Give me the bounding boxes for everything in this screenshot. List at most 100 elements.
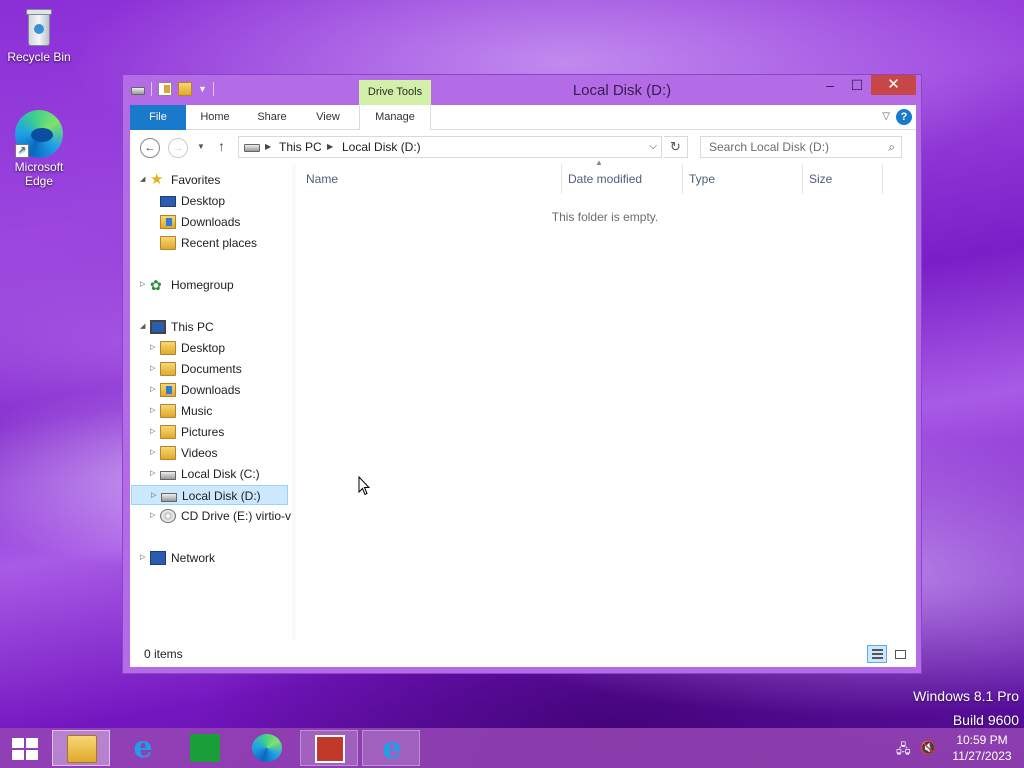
edge-shortcut[interactable]: ↗ Microsoft Edge [1,110,77,188]
tree-item-fav-downloads[interactable]: Downloads [130,212,290,232]
forward-button[interactable]: → [168,138,188,158]
taskbar-store[interactable] [176,730,234,766]
pane-splitter[interactable] [292,164,296,640]
address-dropdown-chevron-icon[interactable]: ⌵ [649,137,657,157]
tree-item-local-disk-c[interactable]: ▷ Local Disk (C:) [130,464,290,484]
close-button[interactable]: ✕ [871,75,916,95]
tab-home[interactable]: Home [190,105,240,130]
computer-icon [150,320,166,334]
tree-item-network[interactable]: ▷ Network [130,548,290,568]
store-icon [190,734,220,762]
taskbar: e e 🖧 🔇 10:59 PM 11/27/2023 [0,728,1024,768]
tree-item-fav-recent[interactable]: Recent places [130,233,290,253]
expand-icon[interactable]: ▷ [150,338,155,358]
downloads-folder-icon [160,215,176,229]
star-icon: ★ [150,171,164,188]
column-size[interactable]: Size [803,164,883,194]
clock-time: 10:59 PM [956,733,1008,747]
address-bar[interactable]: ▶ This PC ▶ Local Disk (D:) ⌵ [238,136,662,158]
tree-item-fav-desktop[interactable]: Desktop [130,191,290,211]
tree-item-pc-documents[interactable]: ▷ Documents [130,359,290,379]
empty-folder-message: This folder is empty. [551,210,659,224]
minimize-button[interactable]: – [817,75,843,95]
edge-label: Microsoft Edge [14,160,64,188]
expand-icon[interactable]: ▷ [150,506,155,526]
back-button[interactable]: ← [140,138,160,158]
collapse-icon[interactable]: ◢ [140,170,145,190]
tree-item-this-pc[interactable]: ◢ This PC [130,317,290,337]
desktop-icon [160,196,176,207]
cd-drive-icon [160,509,176,523]
tree-item-local-disk-d[interactable]: ▷ Local Disk (D:) [131,485,288,505]
expand-icon[interactable]: ▷ [150,422,155,442]
taskbar-edge[interactable] [238,730,296,766]
tree-item-pc-pictures[interactable]: ▷ Pictures [130,422,290,442]
tree-item-pc-videos[interactable]: ▷ Videos [130,443,290,463]
volume-muted-icon[interactable]: 🔇 [920,740,936,756]
title-bar[interactable]: ▼ Drive Tools Local Disk (D:) – ☐ ✕ [123,75,921,105]
item-count: 0 items [144,647,183,661]
start-button[interactable] [12,738,38,760]
recycle-bin-shortcut[interactable]: Recycle Bin [1,6,77,64]
collapse-icon[interactable]: ◢ [140,317,145,337]
tree-item-cd-drive-e[interactable]: ▷ CD Drive (E:) virtio-v [130,506,291,526]
search-icon[interactable]: ⌕ [888,137,895,157]
edge-icon: ↗ [15,110,63,158]
tree-item-pc-desktop[interactable]: ▷ Desktop [130,338,290,358]
search-placeholder: Search Local Disk (D:) [709,140,830,154]
chevron-right-icon[interactable]: ▶ [265,137,271,157]
expand-icon[interactable]: ▷ [140,275,145,295]
clock[interactable]: 10:59 PM 11/27/2023 [942,732,1022,764]
help-icon[interactable]: ? [896,109,912,125]
tab-view[interactable]: View [304,105,352,130]
recent-places-icon [160,236,176,250]
expand-icon[interactable]: ▷ [150,464,155,484]
taskbar-file-explorer[interactable] [52,730,110,766]
drive-icon [161,493,177,502]
column-headers: ▲ Name Date modified Type Size [300,158,916,194]
content-area: ◢ ★ Favorites Desktop Downloads Recent p… [130,158,916,655]
expand-ribbon-chevron-icon[interactable]: ▽ [882,111,890,122]
folder-icon [160,341,176,355]
tree-item-homegroup[interactable]: ▷ ✿ Homegroup [130,275,290,295]
up-button[interactable]: ↑ [218,138,225,154]
ribbon-tab-bar: File Home Share View Manage ▽ ? [130,105,916,130]
navigation-bar: ← → ▼ ↑ ▶ This PC ▶ Local Disk (D:) ⌵ ↻ … [130,130,916,164]
tree-item-pc-downloads[interactable]: ▷ Downloads [130,380,290,400]
expand-icon[interactable]: ▷ [150,359,155,379]
expand-icon[interactable]: ▷ [151,486,156,506]
details-view-button[interactable] [867,645,887,663]
window-title: Local Disk (D:) [572,82,672,99]
explorer-window: ▼ Drive Tools Local Disk (D:) – ☐ ✕ File… [122,74,922,674]
breadcrumb-local-disk-d[interactable]: Local Disk (D:) [342,137,421,157]
recent-locations-chevron-icon[interactable]: ▼ [197,142,205,151]
large-icons-view-button[interactable] [890,645,910,663]
expand-icon[interactable]: ▷ [150,443,155,463]
maximize-button[interactable]: ☐ [844,75,870,95]
tab-share[interactable]: Share [246,105,298,130]
homegroup-icon: ✿ [150,277,162,293]
folder-icon [67,735,97,763]
network-tray-icon[interactable]: 🖧 [896,740,911,762]
tree-item-favorites[interactable]: ◢ ★ Favorites [130,170,290,190]
taskbar-internet-explorer[interactable]: e [114,730,172,766]
breadcrumb-this-pc[interactable]: This PC [279,137,322,157]
expand-icon[interactable]: ▷ [150,380,155,400]
column-type[interactable]: Type [683,164,803,194]
taskbar-app[interactable] [300,730,358,766]
recycle-bin-label: Recycle Bin [7,50,71,64]
tree-item-pc-music[interactable]: ▷ Music [130,401,290,421]
navigation-pane: ◢ ★ Favorites Desktop Downloads Recent p… [130,164,292,640]
column-name[interactable]: Name [300,164,562,194]
ie-icon: e [133,730,153,765]
search-input[interactable]: Search Local Disk (D:) ⌕ [700,136,902,158]
column-date-modified[interactable]: Date modified [562,164,683,194]
chevron-right-icon[interactable]: ▶ [327,137,333,157]
tab-file[interactable]: File [130,105,186,130]
expand-icon[interactable]: ▷ [150,401,155,421]
refresh-button[interactable]: ↻ [664,136,688,158]
taskbar-internet-explorer-running[interactable]: e [362,730,420,766]
edge-icon [252,734,282,762]
tab-manage[interactable]: Manage [359,105,431,130]
expand-icon[interactable]: ▷ [140,548,145,568]
